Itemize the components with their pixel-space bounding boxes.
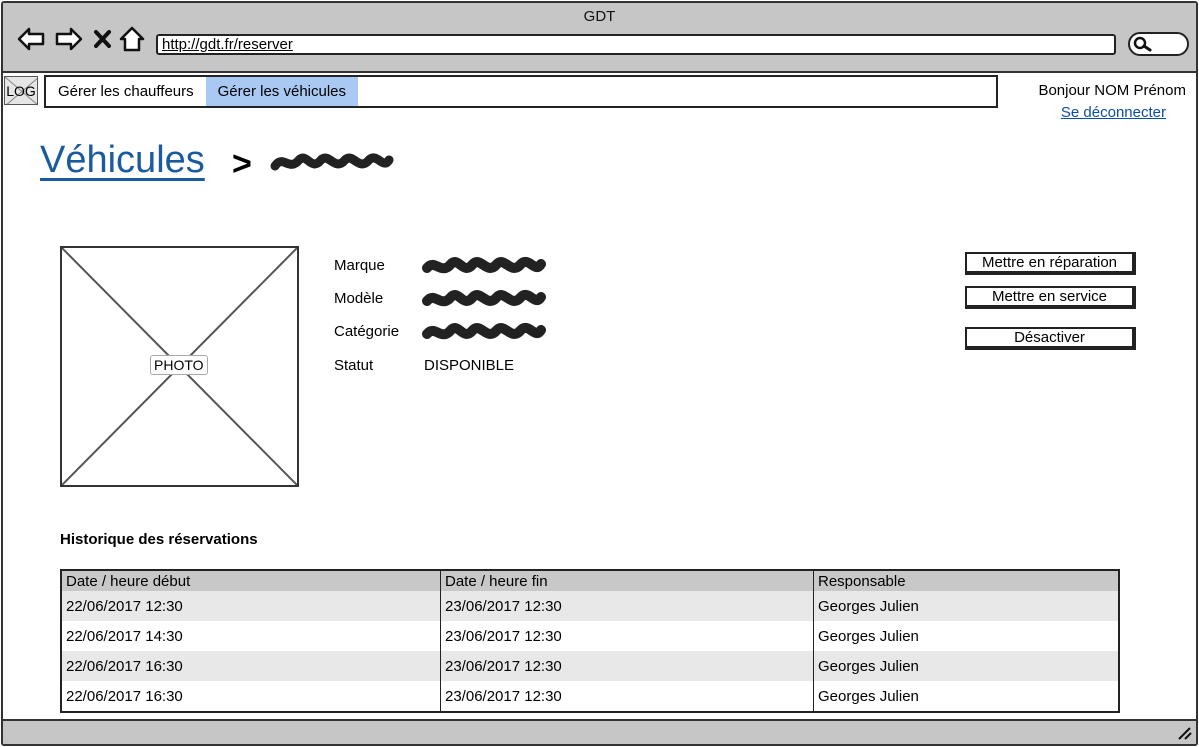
url-text: http://gdt.fr/reserver: [162, 36, 293, 53]
redacted-category-value: [422, 323, 546, 340]
cell-responsible: Georges Julien: [813, 591, 1120, 621]
redacted-brand-value: [422, 257, 546, 274]
nav-manage-drivers[interactable]: Gérer les chauffeurs: [46, 77, 206, 106]
vehicle-photo-placeholder: PHOTO: [60, 246, 299, 487]
cell-end: 23/06/2017 12:30: [440, 591, 814, 621]
forward-arrow-icon[interactable]: [54, 25, 84, 53]
app-logo: LOG: [4, 76, 38, 105]
cell-start: 22/06/2017 12:30: [61, 591, 441, 621]
deactivate-button[interactable]: Désactiver: [965, 327, 1136, 350]
search-icon: [1133, 36, 1152, 52]
history-title: Historique des réservations: [60, 531, 258, 548]
search-field[interactable]: [1128, 32, 1189, 56]
nav-manage-vehicles[interactable]: Gérer les véhicules: [205, 77, 359, 106]
reservation-history-table: Date / heure début Date / heure fin Resp…: [60, 569, 1120, 713]
cell-start: 22/06/2017 16:30: [61, 651, 441, 681]
field-label-category: Catégorie: [334, 323, 400, 340]
resize-grip-icon[interactable]: [1176, 726, 1192, 740]
cell-start: 22/06/2017 16:30: [61, 681, 441, 712]
logo-text: LOG: [6, 83, 36, 99]
column-header-responsible[interactable]: Responsable: [813, 570, 1120, 591]
status-bar: [3, 719, 1196, 744]
column-header-end[interactable]: Date / heure fin: [440, 570, 814, 591]
breadcrumb-separator: >: [232, 145, 252, 183]
table-header-row: Date / heure début Date / heure fin Resp…: [61, 570, 1120, 591]
address-bar[interactable]: http://gdt.fr/reserver: [156, 34, 1116, 55]
back-arrow-icon[interactable]: [16, 25, 46, 53]
cell-responsible: Georges Julien: [813, 681, 1120, 712]
table-row[interactable]: 22/06/2017 16:30 23/06/2017 12:30 George…: [61, 651, 1120, 681]
user-greeting: Bonjour NOM Prénom: [1038, 82, 1186, 99]
cell-responsible: Georges Julien: [813, 651, 1120, 681]
photo-label: PHOTO: [150, 355, 208, 375]
cell-end: 23/06/2017 12:30: [440, 681, 814, 712]
column-header-start[interactable]: Date / heure début: [61, 570, 441, 591]
breadcrumb-vehicles-link[interactable]: Véhicules: [40, 139, 205, 182]
redacted-vehicle-name: [270, 153, 394, 171]
cell-responsible: Georges Julien: [813, 621, 1120, 651]
field-label-status: Statut: [334, 357, 374, 374]
browser-chrome: GDT http://gdt.fr/reserver: [3, 3, 1196, 73]
table-row[interactable]: 22/06/2017 12:30 23/06/2017 12:30 George…: [61, 591, 1120, 621]
home-icon[interactable]: [118, 25, 146, 53]
stop-x-icon[interactable]: [92, 25, 114, 53]
window-title: GDT: [583, 8, 616, 25]
logout-link[interactable]: Se déconnecter: [1003, 104, 1166, 121]
redacted-model-value: [422, 290, 546, 307]
cell-end: 23/06/2017 12:30: [440, 651, 814, 681]
cell-start: 22/06/2017 14:30: [61, 621, 441, 651]
table-row[interactable]: 22/06/2017 16:30 23/06/2017 12:30 George…: [61, 681, 1120, 712]
repair-button[interactable]: Mettre en réparation: [965, 252, 1136, 275]
cell-end: 23/06/2017 12:30: [440, 621, 814, 651]
main-nav: Gérer les chauffeurs Gérer les véhicules: [44, 75, 998, 108]
put-in-service-button[interactable]: Mettre en service: [965, 286, 1136, 309]
field-label-model: Modèle: [334, 290, 384, 307]
status-value: DISPONIBLE: [424, 357, 515, 374]
table-row[interactable]: 22/06/2017 14:30 23/06/2017 12:30 George…: [61, 621, 1120, 651]
browser-window: GDT http://gdt.fr/reserver LOG Gérer les…: [1, 1, 1198, 746]
field-label-brand: Marque: [334, 257, 385, 274]
